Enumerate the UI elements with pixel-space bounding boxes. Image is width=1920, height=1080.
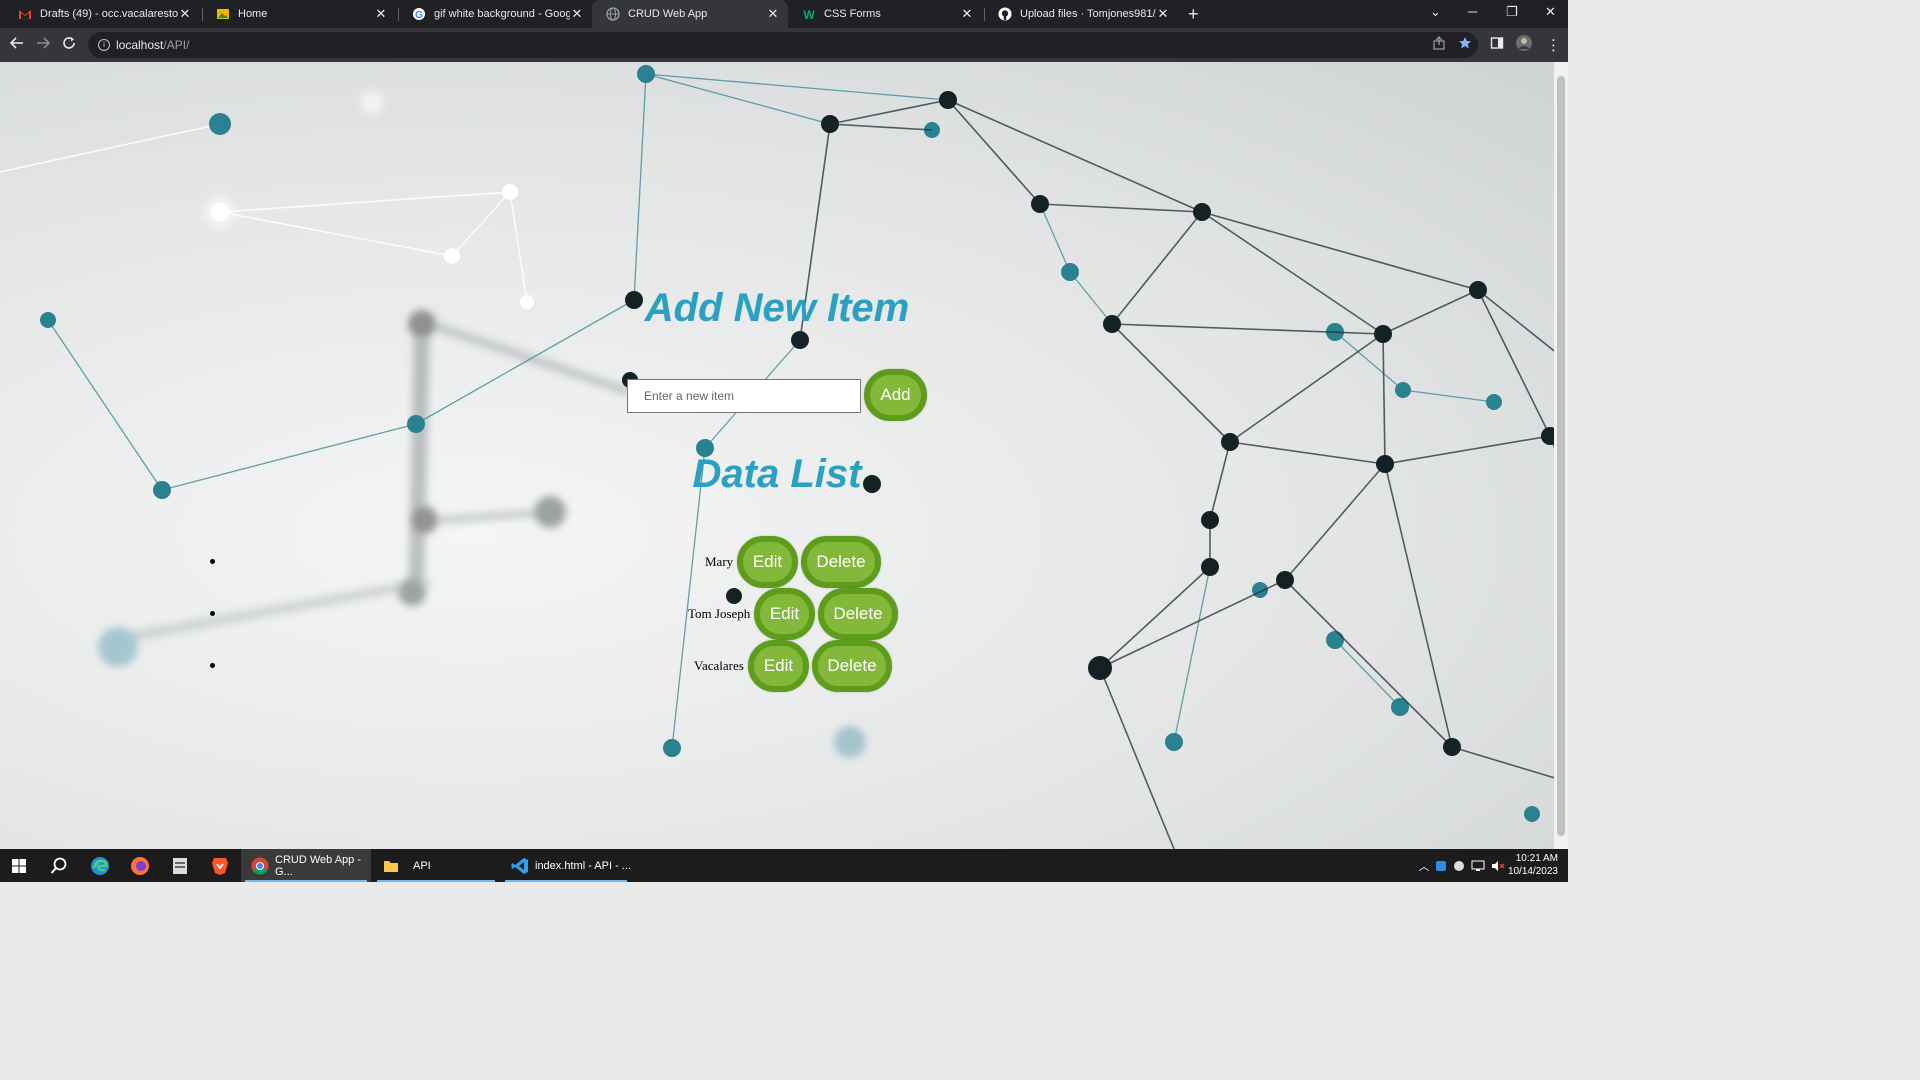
list-bullet — [210, 663, 215, 668]
search-icon[interactable] — [44, 849, 74, 882]
back-icon[interactable] — [9, 36, 24, 54]
url-host: localhost — [116, 38, 164, 52]
system-tray: ︿ — [1416, 849, 1508, 882]
close-window-icon[interactable]: ✕ — [1545, 4, 1556, 20]
tray-mascot-icon[interactable] — [1450, 860, 1468, 872]
edit-button[interactable]: Edit — [748, 640, 809, 692]
network-icon[interactable] — [1468, 860, 1488, 872]
volume-muted-icon[interactable] — [1488, 860, 1508, 872]
close-icon[interactable]: ✕ — [1156, 6, 1170, 22]
address-bar[interactable]: i localhost/API/ — [88, 32, 1478, 58]
new-item-input[interactable] — [627, 379, 861, 413]
page-scrollbar[interactable] — [1554, 62, 1568, 849]
item-name: Vacalares — [694, 658, 744, 673]
taskbar-app-vscode[interactable]: index.html - API - ... — [501, 849, 631, 882]
clock-time: 10:21 AM — [1515, 853, 1558, 864]
chevron-up-icon[interactable]: ︿ — [1416, 858, 1432, 874]
list-item: Mary Edit Delete — [0, 536, 1554, 588]
scrollbar-thumb[interactable] — [1557, 76, 1565, 836]
tab-title: CRUD Web App — [628, 8, 708, 20]
delete-button[interactable]: Delete — [818, 588, 898, 640]
close-icon[interactable]: ✕ — [178, 6, 192, 22]
bookmark-star-icon[interactable] — [1458, 36, 1472, 54]
close-icon[interactable]: ✕ — [570, 6, 584, 22]
reload-icon[interactable] — [62, 36, 76, 54]
list-bullet — [210, 611, 215, 616]
tab-title: gif white background - Google S — [434, 8, 570, 20]
svg-text:W: W — [803, 8, 815, 21]
side-panel-icon[interactable] — [1490, 36, 1504, 54]
tab-search-icon[interactable]: ⌄ — [1430, 4, 1441, 20]
edit-button[interactable]: Edit — [754, 588, 815, 640]
taskbar-app-explorer[interactable]: API — [373, 849, 499, 882]
windows-start-icon[interactable] — [4, 849, 34, 882]
list-bullet — [210, 559, 215, 564]
edge-icon[interactable] — [85, 849, 115, 882]
browser-tab[interactable]: Upload files · Tomjones981/Activ ✕ — [984, 0, 1178, 28]
tab-title: Upload files · Tomjones981/Activ — [1020, 8, 1156, 20]
chrome-icon — [251, 857, 269, 875]
delete-button[interactable]: Delete — [801, 536, 881, 588]
browser-tab[interactable]: W CSS Forms ✕ — [788, 0, 982, 28]
firefox-icon[interactable] — [125, 849, 155, 882]
tray-app-icon[interactable] — [1432, 860, 1450, 872]
browser-tab-active[interactable]: CRUD Web App ✕ — [592, 0, 788, 28]
new-tab-icon[interactable]: + — [1188, 4, 1199, 25]
close-icon[interactable]: ✕ — [960, 6, 974, 22]
clock-date: 10/14/2023 — [1507, 866, 1558, 877]
vscode-icon — [511, 857, 529, 875]
windows-taskbar: CRUD Web App - G... API index.html - API… — [0, 849, 1568, 882]
share-icon[interactable] — [1432, 36, 1446, 54]
data-list-heading: Data List — [692, 452, 862, 496]
close-icon[interactable]: ✕ — [374, 6, 388, 22]
url-path: /API/ — [163, 38, 190, 52]
gmail-icon — [18, 7, 32, 21]
menu-kebab-icon[interactable]: ⋮ — [1546, 36, 1561, 54]
tab-title: Drafts (49) - occ.vacalarestomjos — [40, 8, 178, 20]
svg-text:G: G — [415, 10, 423, 21]
browser-toolbar: i localhost/API/ ⋮ — [0, 28, 1568, 62]
taskbar-app-chrome[interactable]: CRUD Web App - G... — [241, 849, 371, 882]
tab-title: CSS Forms — [824, 8, 881, 20]
globe-icon — [606, 7, 620, 21]
delete-button[interactable]: Delete — [812, 640, 892, 692]
page-viewport: Add New Item Add Data List Mary Edit Del… — [0, 62, 1568, 849]
add-item-heading: Add New Item — [644, 286, 910, 330]
close-icon[interactable]: ✕ — [766, 6, 780, 22]
google-icon: G — [412, 7, 426, 21]
restore-icon[interactable]: ❐ — [1506, 4, 1518, 20]
list-item: Tom Joseph Edit Delete — [0, 588, 1554, 640]
avatar[interactable] — [1516, 35, 1532, 55]
add-button[interactable]: Add — [864, 369, 927, 421]
system-clock[interactable]: 10:21 AM 10/14/2023 — [1508, 852, 1558, 878]
folder-icon — [383, 858, 399, 874]
browser-tab-strip: Drafts (49) - occ.vacalarestomjos ✕ Home… — [0, 0, 1568, 28]
w3schools-icon: W — [802, 7, 816, 22]
photos-icon — [216, 7, 230, 21]
browser-tab[interactable]: Drafts (49) - occ.vacalarestomjos ✕ — [4, 0, 200, 28]
edit-button[interactable]: Edit — [737, 536, 798, 588]
tab-title: Home — [238, 8, 268, 20]
brave-icon[interactable] — [205, 849, 235, 882]
item-name: Mary — [705, 554, 734, 569]
forward-icon[interactable] — [36, 36, 51, 54]
github-icon — [998, 7, 1012, 21]
minimize-icon[interactable]: ─ — [1468, 4, 1477, 19]
taskbar-app-label: API — [413, 859, 431, 872]
taskbar-app-label: CRUD Web App - G... — [275, 853, 361, 878]
taskbar-app-label: index.html - API - ... — [535, 859, 631, 872]
browser-tab[interactable]: Home ✕ — [202, 0, 396, 28]
site-info-icon[interactable]: i — [98, 39, 110, 51]
file-explorer-app-icon[interactable] — [165, 849, 195, 882]
browser-tab[interactable]: G gif white background - Google S ✕ — [398, 0, 592, 28]
list-item: Vacalares Edit Delete — [0, 640, 1554, 692]
item-name: Tom Joseph — [688, 606, 751, 621]
